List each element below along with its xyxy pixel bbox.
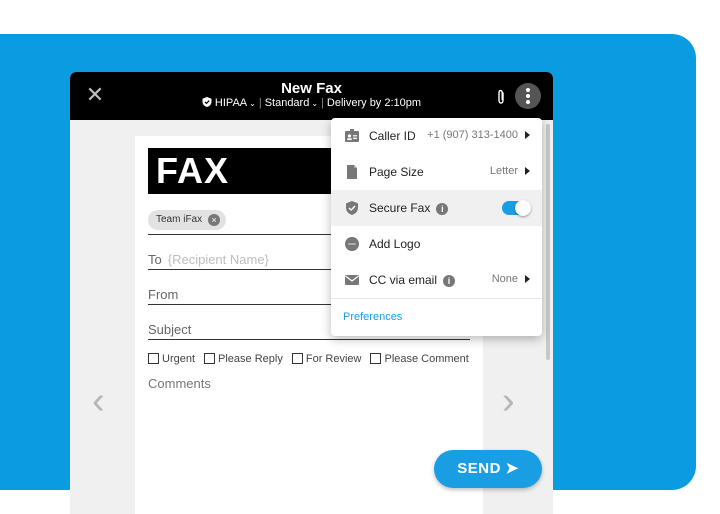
checkbox-group: Urgent Please Reply For Review Please Comme… xyxy=(148,353,469,365)
caret-right-icon xyxy=(525,167,530,175)
info-icon[interactable]: i xyxy=(436,203,449,215)
delivery-estimate: Delivery by 2:10pm xyxy=(326,97,422,109)
chevron-down-icon: ⌄ xyxy=(249,99,256,108)
cc-email-label: CC via email i xyxy=(369,273,456,287)
scrollbar[interactable] xyxy=(546,124,550,360)
fax-options-bar: HIPAA ⌄ | Standard ⌄ | Delivery by 2:10pm xyxy=(70,97,553,109)
please-reply-checkbox[interactable]: Please Reply xyxy=(204,353,283,365)
secure-fax-label: Secure Fax i xyxy=(369,201,449,215)
urgent-checkbox[interactable]: Urgent xyxy=(148,353,195,365)
caller-id-value: +1 (907) 313-1400 xyxy=(427,129,518,141)
fax-options-menu: Caller ID +1 (907) 313-1400 Page Size Le… xyxy=(331,118,542,336)
document-icon xyxy=(347,165,357,179)
chevron-down-icon: ⌄ xyxy=(311,99,319,108)
secure-fax-toggle[interactable] xyxy=(502,200,531,216)
menu-item-cc-email[interactable]: CC via email i None xyxy=(331,262,542,298)
preferences-link[interactable]: Preferences xyxy=(343,311,402,323)
subject-field[interactable]: Subject xyxy=(148,322,191,337)
cc-email-value: None xyxy=(491,273,518,285)
paperclip-icon[interactable] xyxy=(496,89,506,105)
comments-field[interactable]: Comments xyxy=(148,376,211,391)
page-size-value: Letter xyxy=(489,165,518,177)
menu-item-secure-fax[interactable]: Secure Fax i xyxy=(331,190,542,226)
separator: | xyxy=(258,97,262,109)
send-button[interactable]: SEND ➤ xyxy=(434,450,542,488)
to-field[interactable]: To {Recipient Name} xyxy=(148,252,269,267)
chevron-right-icon[interactable]: › xyxy=(502,382,515,420)
sender-chip: Team iFax × xyxy=(148,210,227,230)
add-logo-label: Add Logo xyxy=(369,237,421,251)
mail-icon xyxy=(345,275,359,285)
menu-item-caller-id[interactable]: Caller ID +1 (907) 313-1400 xyxy=(331,118,542,154)
more-vertical-icon[interactable] xyxy=(515,83,541,109)
logo-icon xyxy=(345,237,359,251)
caret-right-icon xyxy=(525,275,530,283)
hipaa-dropdown[interactable]: HIPAA xyxy=(215,97,247,109)
shield-icon xyxy=(202,97,212,107)
window-title: New Fax xyxy=(281,80,342,97)
recipient-placeholder: {Recipient Name} xyxy=(167,252,269,267)
menu-divider xyxy=(331,298,542,299)
separator: | xyxy=(321,97,324,109)
from-field[interactable]: From xyxy=(148,287,178,302)
to-label: To xyxy=(148,252,162,267)
id-card-icon xyxy=(345,129,359,142)
caller-id-label: Caller ID xyxy=(369,129,416,143)
caret-right-icon xyxy=(525,131,530,139)
menu-item-add-logo[interactable]: Add Logo xyxy=(331,226,542,262)
menu-item-page-size[interactable]: Page Size Letter xyxy=(331,154,542,190)
shield-check-icon xyxy=(346,201,358,215)
standard-dropdown[interactable]: Standard xyxy=(265,97,310,109)
sender-chip-label: Team iFax xyxy=(156,214,203,225)
title-bar: ✕ New Fax HIPAA ⌄ | Standard ⌄ | Delivery by 2… xyxy=(70,72,553,120)
stage: ✕ New Fax HIPAA ⌄ | Standard ⌄ | Delivery by 2… xyxy=(0,0,720,514)
page-size-label: Page Size xyxy=(369,165,424,179)
fax-logo: FAX xyxy=(148,148,336,194)
info-icon[interactable]: i xyxy=(443,275,456,287)
remove-chip-icon[interactable]: × xyxy=(208,214,221,226)
subject-underline xyxy=(148,339,470,340)
please-comment-checkbox[interactable]: Please Comment xyxy=(370,353,469,365)
for-review-checkbox[interactable]: For Review xyxy=(291,353,361,365)
chevron-left-icon[interactable]: ‹ xyxy=(92,382,105,420)
